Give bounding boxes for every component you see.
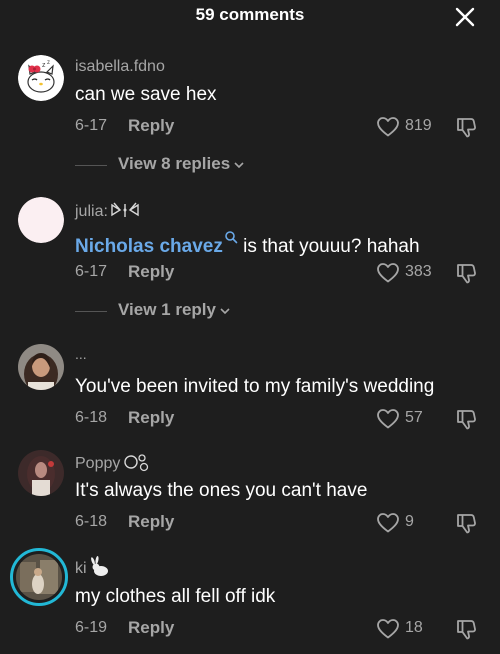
- svg-text:z: z: [47, 60, 50, 66]
- like-count: 9: [405, 513, 414, 530]
- username-text: Poppy: [75, 455, 121, 472]
- heart-icon[interactable]: [376, 261, 400, 285]
- avatar[interactable]: [18, 197, 64, 243]
- dislike-icon[interactable]: [454, 407, 478, 431]
- comments-header: 59 comments: [0, 0, 500, 34]
- username[interactable]: ki: [75, 556, 111, 578]
- rabbit-icon: [90, 556, 108, 576]
- heart-icon[interactable]: [376, 407, 400, 431]
- reply-button[interactable]: Reply: [128, 116, 174, 136]
- like-count: 383: [405, 263, 432, 280]
- username-text: julia:: [75, 203, 108, 220]
- dislike-icon[interactable]: [454, 617, 478, 641]
- close-icon[interactable]: [452, 4, 478, 30]
- comment-text: my clothes all fell off idk: [75, 586, 276, 607]
- comments-count-title: 59 comments: [195, 5, 305, 24]
- svg-text:z: z: [42, 62, 46, 69]
- bubbles-icon: [124, 454, 149, 472]
- username-text: ki: [75, 560, 87, 577]
- divider: [75, 165, 107, 166]
- comment-date: 6-17: [75, 117, 108, 134]
- username[interactable]: isabella.fdno: [75, 58, 165, 76]
- bow-icon: [111, 202, 139, 217]
- comment-date: 6-19: [75, 619, 108, 636]
- like-count: 18: [405, 619, 423, 636]
- dislike-icon[interactable]: [454, 115, 478, 139]
- comment-date: 6-18: [75, 513, 108, 530]
- comment-text: Nicholas chavez is that youuu? hahah: [75, 230, 420, 258]
- comment-text: You've been invited to my family's weddi…: [75, 376, 435, 397]
- avatar[interactable]: [18, 344, 64, 390]
- view-replies-row[interactable]: View 1 reply: [0, 300, 500, 322]
- chevron-down-icon: [220, 307, 230, 314]
- dislike-icon[interactable]: [454, 261, 478, 285]
- view-replies-label: View 1 reply: [118, 300, 216, 319]
- reply-button[interactable]: Reply: [128, 408, 174, 428]
- dislike-icon[interactable]: [454, 511, 478, 535]
- username[interactable]: ...: [75, 346, 87, 362]
- mention-link[interactable]: Nicholas chavez: [75, 236, 223, 257]
- comment-date: 6-17: [75, 263, 108, 280]
- chevron-down-icon: [234, 161, 244, 168]
- avatar[interactable]: [18, 450, 64, 496]
- view-replies-button[interactable]: View 8 replies: [118, 154, 245, 174]
- divider: [75, 311, 107, 312]
- like-count: 819: [405, 117, 432, 134]
- username[interactable]: Poppy: [75, 452, 151, 473]
- view-replies-label: View 8 replies: [118, 154, 231, 173]
- comment-text: It's always the ones you can't have: [75, 480, 368, 501]
- reply-button[interactable]: Reply: [128, 618, 174, 638]
- heart-icon[interactable]: [376, 617, 400, 641]
- avatar[interactable]: [16, 554, 62, 600]
- comment-text: can we save hex: [75, 84, 217, 105]
- comment-text-body: is that youuu? hahah: [237, 236, 420, 257]
- like-count: 57: [405, 409, 423, 426]
- heart-icon[interactable]: [376, 511, 400, 535]
- username[interactable]: julia:: [75, 200, 142, 221]
- avatar[interactable]: z z: [18, 55, 64, 101]
- heart-icon[interactable]: [376, 115, 400, 139]
- reply-button[interactable]: Reply: [128, 262, 174, 282]
- reply-button[interactable]: Reply: [128, 512, 174, 532]
- search-icon: [225, 231, 238, 244]
- comment-date: 6-18: [75, 409, 108, 426]
- view-replies-button[interactable]: View 1 reply: [118, 300, 231, 320]
- view-replies-row[interactable]: View 8 replies: [0, 154, 500, 176]
